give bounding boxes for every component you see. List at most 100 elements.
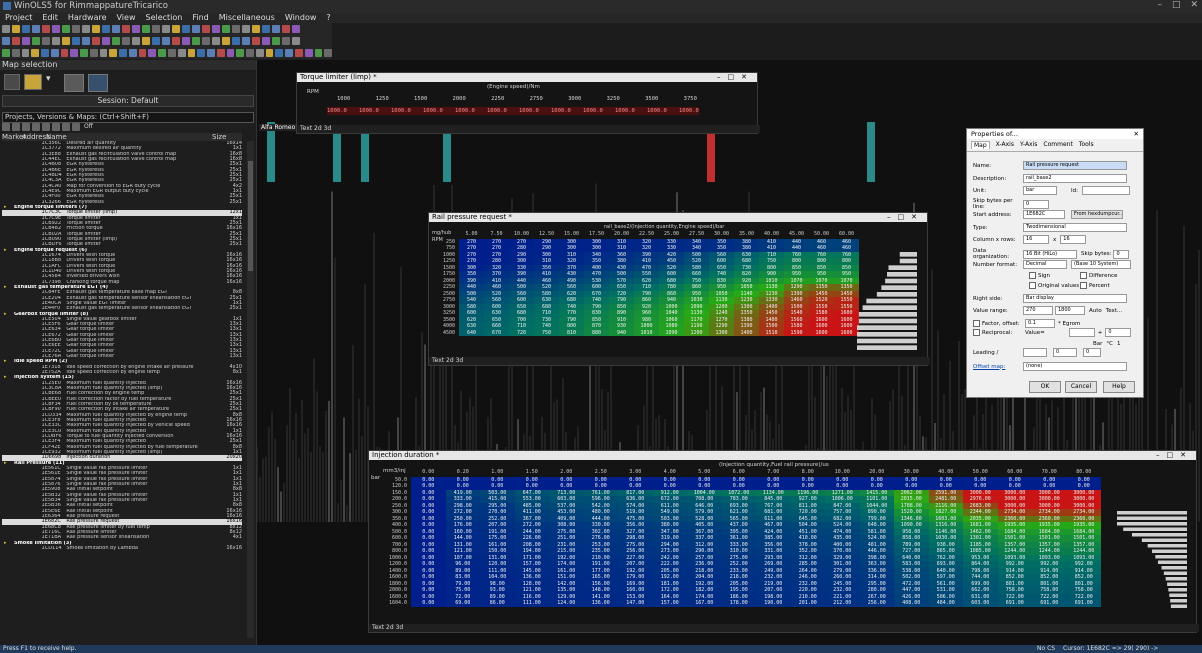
toolbar-button-icon[interactable] (272, 25, 280, 33)
col-header[interactable]: 12.50 (534, 230, 559, 239)
toolbar-button-icon[interactable] (222, 37, 230, 45)
torque-value-cell[interactable]: 1000.0 (423, 107, 443, 115)
dialog-close-icon[interactable]: ✕ (1134, 129, 1139, 139)
offset-field[interactable]: 0 (1105, 328, 1132, 337)
menu-window[interactable]: Window (280, 13, 322, 23)
col-header[interactable]: 4.00 (653, 468, 688, 477)
table-cell[interactable]: 136.00 (583, 600, 618, 607)
toolbar-button-icon[interactable] (41, 49, 49, 57)
toolbar-button-icon[interactable] (172, 37, 180, 45)
cancel-button[interactable]: Cancel (1065, 381, 1097, 393)
toolbar-button-icon[interactable] (197, 49, 206, 57)
table-cell[interactable]: 1010 (634, 329, 659, 336)
col-header[interactable]: 60.00 (998, 468, 1033, 477)
toolbar-button-icon[interactable] (42, 25, 50, 33)
col-header[interactable]: 1.50 (515, 468, 550, 477)
filter-btn-icon[interactable] (12, 123, 20, 131)
menu-selection[interactable]: Selection (140, 13, 187, 23)
table-cell[interactable]: 178.00 (721, 600, 756, 607)
map-list-scrollbar[interactable] (247, 141, 254, 638)
toolbar-button-icon[interactable] (282, 25, 290, 33)
table-cell[interactable]: 750 (534, 329, 559, 336)
table-cell[interactable]: 940 (609, 329, 634, 336)
toolbar-button-icon[interactable] (92, 37, 100, 45)
toolbar-button-icon[interactable] (192, 37, 200, 45)
name-field[interactable]: Rail pressure request (1023, 161, 1127, 170)
col-header[interactable]: 15.00 (559, 230, 584, 239)
table-cell[interactable]: 670 (484, 329, 509, 336)
toolbar-button-icon[interactable] (132, 37, 140, 45)
torque-value-cell[interactable]: 1000.0 (487, 107, 507, 115)
col-header[interactable]: 6.00 (722, 468, 757, 477)
toolbar-button-icon[interactable] (162, 25, 170, 33)
table-cell[interactable]: 408.00 (894, 600, 929, 607)
torque-value-cell[interactable]: 1000.0 (327, 107, 347, 115)
col-header[interactable]: 7.50 (484, 230, 509, 239)
toolbar-button-icon[interactable] (72, 25, 80, 33)
toolbar-button-icon[interactable] (138, 49, 147, 57)
toolbar-button-icon[interactable] (152, 37, 160, 45)
toolbar-button-icon[interactable] (21, 49, 30, 57)
injection-window-title[interactable]: Injection duration * –□✕ (369, 451, 1196, 460)
toolbar-button-icon[interactable] (12, 37, 20, 45)
injection-table[interactable]: 0.00 0.20 1.00 1.50 2.00 2.50 3.00 4.00 5.00 6.00… (371, 468, 1101, 607)
torque-value-cell[interactable]: 1000.0 (455, 107, 475, 115)
toolbar-button-icon[interactable] (262, 37, 270, 45)
toolbar-button-icon[interactable] (246, 49, 254, 57)
col-header[interactable]: 80.00 (1067, 468, 1102, 477)
col-header[interactable]: 20.00 (609, 230, 634, 239)
filter-btn-icon[interactable] (72, 123, 80, 131)
col-header[interactable]: 2.00 (549, 468, 584, 477)
toolbar-button-icon[interactable] (275, 49, 284, 57)
table-cell[interactable]: 1600 (809, 329, 834, 336)
toolbar-button-icon[interactable] (207, 49, 215, 57)
torque-value-cell[interactable]: 1000.0 (359, 107, 379, 115)
toolbar-button-icon[interactable] (102, 25, 110, 33)
col-header[interactable]: 35.00 (734, 230, 759, 239)
from-hexdump-button[interactable]: From hexdumpcur... (1071, 210, 1123, 219)
table-cell[interactable]: 691.00 (1032, 600, 1067, 607)
table-cell[interactable]: 1090 (659, 329, 684, 336)
table-cell[interactable]: 86.00 (480, 600, 515, 607)
table-cell[interactable]: 1400 (734, 329, 759, 336)
toolbar-button-icon[interactable] (42, 37, 50, 45)
col-header[interactable]: 40.00 (759, 230, 784, 239)
toolbar-button-icon[interactable] (80, 49, 88, 57)
table-cell[interactable]: 603.00 (963, 600, 998, 607)
difference-checkbox[interactable] (1080, 272, 1087, 279)
row-header[interactable]: 4500 (431, 330, 459, 337)
dropdown-arrow-icon[interactable]: ▾ (46, 74, 52, 88)
toolbar-button-icon[interactable] (119, 49, 127, 57)
col-header[interactable]: 30.00 (709, 230, 734, 239)
toolbar-button-icon[interactable] (292, 37, 300, 45)
toolbar-button-icon[interactable] (148, 49, 157, 57)
toolbar-button-icon[interactable] (168, 49, 176, 57)
torque-window-title[interactable]: Torque limiter (limp) * –□✕ (297, 73, 757, 82)
toolbar-button-icon[interactable] (252, 37, 260, 45)
filter-btn-icon[interactable] (22, 123, 30, 131)
toolbar-button-icon[interactable] (272, 37, 280, 45)
injection-view-tabs[interactable]: Text 2d 3d (369, 624, 1199, 632)
toolbar-button-icon[interactable] (242, 37, 250, 45)
torque-value-cell[interactable]: 1000.0 (519, 107, 539, 115)
col-header[interactable]: 25.00 (659, 230, 684, 239)
leading-field[interactable] (1023, 348, 1047, 357)
row-header[interactable]: 1604.0 (371, 600, 411, 607)
col-header[interactable]: 45.00 (784, 230, 809, 239)
col-header[interactable]: 0.00 (411, 468, 446, 477)
table-cell[interactable]: 0.00 (411, 600, 446, 607)
toolbar-button-icon[interactable] (128, 49, 137, 57)
factor-field[interactable]: 0.1 (1025, 319, 1055, 328)
col-header[interactable]: 5.00 (687, 468, 722, 477)
toolbar-button-icon[interactable] (2, 25, 10, 33)
torque-values-row[interactable]: 1000.0 1000.0 1000.0 1000.0 1000.0 1000.0 1000… (327, 107, 699, 115)
toolbar-button-icon[interactable] (226, 49, 235, 57)
table-cell[interactable]: 147.00 (618, 600, 653, 607)
rail-view-tabs[interactable]: Text 2d 3d (429, 357, 930, 365)
col-header[interactable]: 3.00 (618, 468, 653, 477)
id-field[interactable] (1081, 186, 1130, 195)
table-cell[interactable]: 720 (509, 329, 534, 336)
folder-open-icon[interactable] (24, 74, 42, 90)
toolbar-button-icon[interactable] (52, 25, 60, 33)
tab-comment[interactable]: Comment (1043, 141, 1072, 149)
